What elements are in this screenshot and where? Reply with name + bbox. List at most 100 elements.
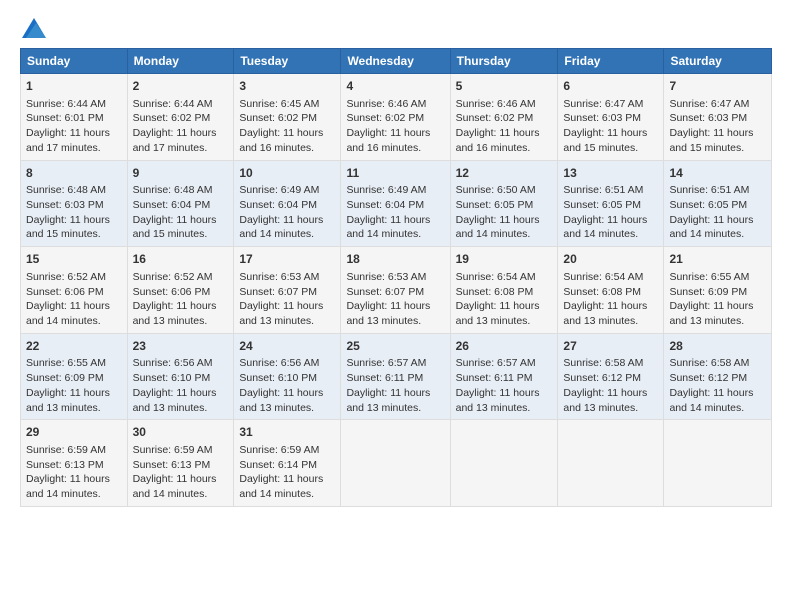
day-info-line: Sunset: 6:04 PM xyxy=(133,198,229,213)
day-number: 13 xyxy=(563,165,658,182)
day-info-line: Sunset: 6:05 PM xyxy=(669,198,766,213)
day-info-line: Daylight: 11 hours xyxy=(239,126,335,141)
day-info-line: Sunrise: 6:44 AM xyxy=(26,97,122,112)
day-info-line: Daylight: 11 hours xyxy=(346,386,444,401)
day-info-line: Daylight: 11 hours xyxy=(669,126,766,141)
calendar-cell: 2Sunrise: 6:44 AMSunset: 6:02 PMDaylight… xyxy=(127,74,234,161)
calendar-week-2: 8Sunrise: 6:48 AMSunset: 6:03 PMDaylight… xyxy=(21,160,772,247)
day-info-line: Daylight: 11 hours xyxy=(456,126,553,141)
day-info-line: Sunset: 6:09 PM xyxy=(26,371,122,386)
day-number: 24 xyxy=(239,338,335,355)
day-info-line: Sunset: 6:05 PM xyxy=(563,198,658,213)
day-info-line: Sunrise: 6:47 AM xyxy=(563,97,658,112)
calendar-cell: 22Sunrise: 6:55 AMSunset: 6:09 PMDayligh… xyxy=(21,333,128,420)
calendar-cell: 7Sunrise: 6:47 AMSunset: 6:03 PMDaylight… xyxy=(664,74,772,161)
day-info-line: Sunset: 6:07 PM xyxy=(239,285,335,300)
calendar-cell: 18Sunrise: 6:53 AMSunset: 6:07 PMDayligh… xyxy=(341,247,450,334)
day-info-line: Sunrise: 6:44 AM xyxy=(133,97,229,112)
calendar-cell: 24Sunrise: 6:56 AMSunset: 6:10 PMDayligh… xyxy=(234,333,341,420)
day-info-line: Sunrise: 6:47 AM xyxy=(669,97,766,112)
calendar-cell: 15Sunrise: 6:52 AMSunset: 6:06 PMDayligh… xyxy=(21,247,128,334)
day-info-line: Sunrise: 6:49 AM xyxy=(239,183,335,198)
calendar-week-1: 1Sunrise: 6:44 AMSunset: 6:01 PMDaylight… xyxy=(21,74,772,161)
calendar-week-4: 22Sunrise: 6:55 AMSunset: 6:09 PMDayligh… xyxy=(21,333,772,420)
day-info-line: and 15 minutes. xyxy=(669,141,766,156)
day-info-line: Sunrise: 6:53 AM xyxy=(346,270,444,285)
day-number: 29 xyxy=(26,424,122,441)
calendar-cell: 29Sunrise: 6:59 AMSunset: 6:13 PMDayligh… xyxy=(21,420,128,507)
day-number: 10 xyxy=(239,165,335,182)
day-info-line: Daylight: 11 hours xyxy=(26,299,122,314)
day-info-line: and 15 minutes. xyxy=(133,227,229,242)
calendar-cell xyxy=(450,420,558,507)
calendar-header-friday: Friday xyxy=(558,49,664,74)
calendar-cell: 11Sunrise: 6:49 AMSunset: 6:04 PMDayligh… xyxy=(341,160,450,247)
day-info-line: Daylight: 11 hours xyxy=(669,386,766,401)
day-number: 8 xyxy=(26,165,122,182)
calendar-cell: 19Sunrise: 6:54 AMSunset: 6:08 PMDayligh… xyxy=(450,247,558,334)
calendar-header-saturday: Saturday xyxy=(664,49,772,74)
day-number: 16 xyxy=(133,251,229,268)
day-info-line: Sunset: 6:12 PM xyxy=(669,371,766,386)
day-info-line: and 13 minutes. xyxy=(133,401,229,416)
calendar-cell: 17Sunrise: 6:53 AMSunset: 6:07 PMDayligh… xyxy=(234,247,341,334)
calendar-cell: 21Sunrise: 6:55 AMSunset: 6:09 PMDayligh… xyxy=(664,247,772,334)
day-number: 19 xyxy=(456,251,553,268)
day-info-line: and 13 minutes. xyxy=(133,314,229,329)
calendar-cell: 8Sunrise: 6:48 AMSunset: 6:03 PMDaylight… xyxy=(21,160,128,247)
day-info-line: Sunrise: 6:49 AM xyxy=(346,183,444,198)
day-info-line: and 15 minutes. xyxy=(26,227,122,242)
day-info-line: and 13 minutes. xyxy=(456,401,553,416)
day-info-line: and 14 minutes. xyxy=(669,401,766,416)
day-info-line: and 17 minutes. xyxy=(26,141,122,156)
day-info-line: Daylight: 11 hours xyxy=(563,213,658,228)
day-info-line: and 13 minutes. xyxy=(239,401,335,416)
day-info-line: and 14 minutes. xyxy=(26,487,122,502)
logo xyxy=(20,18,46,38)
day-number: 21 xyxy=(669,251,766,268)
day-info-line: Sunset: 6:06 PM xyxy=(133,285,229,300)
calendar-header-thursday: Thursday xyxy=(450,49,558,74)
page: SundayMondayTuesdayWednesdayThursdayFrid… xyxy=(0,0,792,612)
day-info-line: Daylight: 11 hours xyxy=(239,213,335,228)
logo-icon xyxy=(22,18,46,38)
calendar-cell: 12Sunrise: 6:50 AMSunset: 6:05 PMDayligh… xyxy=(450,160,558,247)
day-info-line: Sunrise: 6:51 AM xyxy=(669,183,766,198)
calendar-cell: 28Sunrise: 6:58 AMSunset: 6:12 PMDayligh… xyxy=(664,333,772,420)
day-info-line: Daylight: 11 hours xyxy=(26,213,122,228)
day-number: 2 xyxy=(133,78,229,95)
day-info-line: Sunrise: 6:56 AM xyxy=(239,356,335,371)
day-info-line: Sunset: 6:07 PM xyxy=(346,285,444,300)
calendar-cell: 31Sunrise: 6:59 AMSunset: 6:14 PMDayligh… xyxy=(234,420,341,507)
calendar-table: SundayMondayTuesdayWednesdayThursdayFrid… xyxy=(20,48,772,507)
calendar-header-sunday: Sunday xyxy=(21,49,128,74)
calendar-cell: 9Sunrise: 6:48 AMSunset: 6:04 PMDaylight… xyxy=(127,160,234,247)
day-number: 20 xyxy=(563,251,658,268)
day-info-line: and 13 minutes. xyxy=(346,314,444,329)
calendar-cell: 5Sunrise: 6:46 AMSunset: 6:02 PMDaylight… xyxy=(450,74,558,161)
day-number: 4 xyxy=(346,78,444,95)
day-info-line: Daylight: 11 hours xyxy=(239,299,335,314)
calendar-cell xyxy=(664,420,772,507)
day-info-line: and 13 minutes. xyxy=(563,401,658,416)
calendar-week-3: 15Sunrise: 6:52 AMSunset: 6:06 PMDayligh… xyxy=(21,247,772,334)
day-number: 30 xyxy=(133,424,229,441)
day-info-line: and 14 minutes. xyxy=(26,314,122,329)
calendar-week-5: 29Sunrise: 6:59 AMSunset: 6:13 PMDayligh… xyxy=(21,420,772,507)
day-info-line: and 16 minutes. xyxy=(456,141,553,156)
day-info-line: and 17 minutes. xyxy=(133,141,229,156)
day-info-line: Sunset: 6:13 PM xyxy=(133,458,229,473)
day-info-line: Sunrise: 6:46 AM xyxy=(456,97,553,112)
day-info-line: Daylight: 11 hours xyxy=(239,386,335,401)
calendar-cell: 14Sunrise: 6:51 AMSunset: 6:05 PMDayligh… xyxy=(664,160,772,247)
day-info-line: Daylight: 11 hours xyxy=(133,299,229,314)
day-info-line: Sunrise: 6:55 AM xyxy=(26,356,122,371)
day-info-line: Sunset: 6:10 PM xyxy=(133,371,229,386)
day-info-line: Sunrise: 6:48 AM xyxy=(133,183,229,198)
calendar-header-monday: Monday xyxy=(127,49,234,74)
calendar-header-tuesday: Tuesday xyxy=(234,49,341,74)
day-info-line: Sunset: 6:02 PM xyxy=(239,111,335,126)
calendar-cell: 25Sunrise: 6:57 AMSunset: 6:11 PMDayligh… xyxy=(341,333,450,420)
day-info-line: Sunset: 6:04 PM xyxy=(346,198,444,213)
calendar-header-wednesday: Wednesday xyxy=(341,49,450,74)
